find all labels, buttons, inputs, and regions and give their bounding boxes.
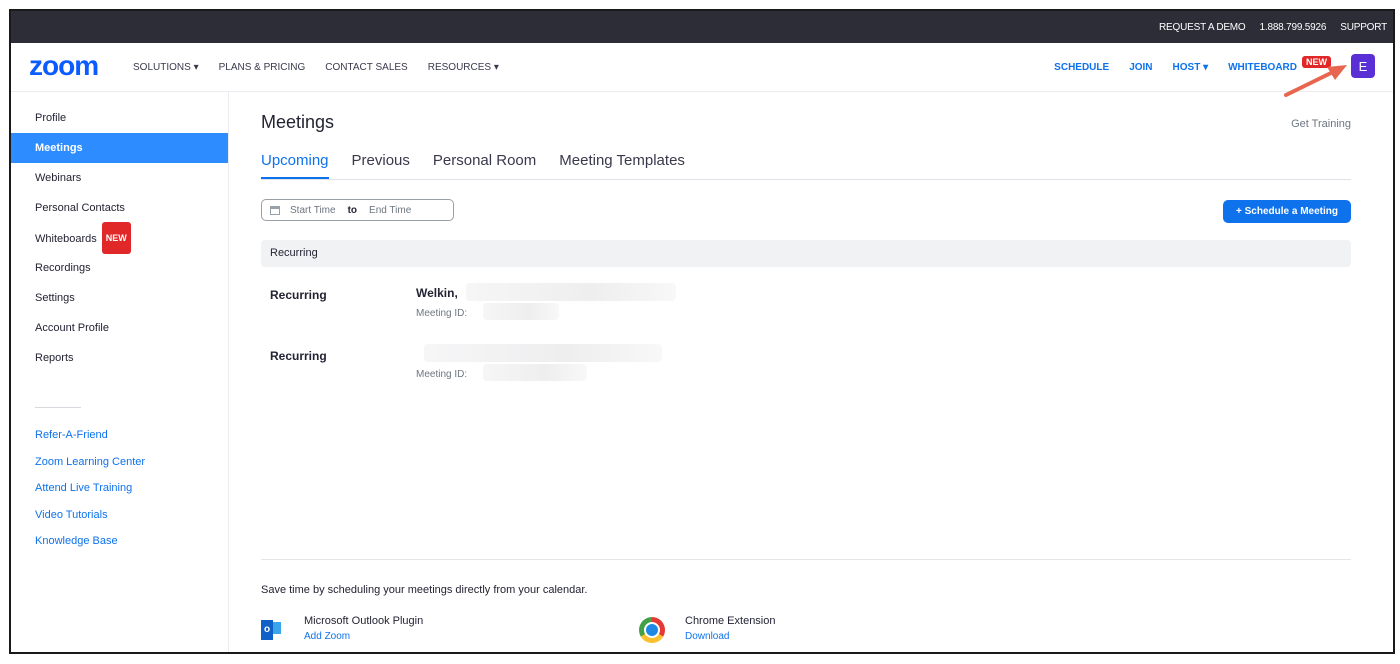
nav-schedule[interactable]: SCHEDULE (1054, 62, 1109, 73)
date-range-separator: to (347, 204, 358, 216)
top-utility-bar: REQUEST A DEMO 1.888.799.5926 SUPPORT (11, 11, 1393, 43)
redacted-text (483, 303, 559, 320)
request-demo-link[interactable]: REQUEST A DEMO (1159, 22, 1246, 33)
phone-number[interactable]: 1.888.799.5926 (1260, 22, 1327, 33)
redacted-text (424, 344, 662, 362)
sidebar: Profile Meetings Webinars Personal Conta… (11, 92, 229, 652)
support-link[interactable]: SUPPORT (1340, 22, 1387, 33)
sidebar-item-profile[interactable]: Profile (11, 103, 228, 133)
section-divider (261, 559, 1351, 560)
add-zoom-link[interactable]: Add Zoom (304, 631, 423, 642)
new-badge: NEW (101, 222, 131, 254)
meeting-id: Meeting ID: (416, 308, 468, 319)
get-training-link[interactable]: Get Training (1291, 118, 1351, 130)
sidebar-item-account-profile[interactable]: Account Profile (11, 313, 228, 343)
meeting-title[interactable]: Welkin, (416, 286, 458, 300)
zoom-logo[interactable]: zoom (29, 52, 99, 80)
avatar[interactable]: E (1351, 54, 1375, 78)
chrome-icon (639, 617, 665, 643)
browser-frame: REQUEST A DEMO 1.888.799.5926 SUPPORT zo… (9, 9, 1395, 654)
tab-upcoming[interactable]: Upcoming (261, 152, 329, 179)
start-time-input[interactable]: Start Time (290, 205, 336, 216)
redacted-text (483, 364, 587, 381)
meeting-tabs: Upcoming Previous Personal Room Meeting … (261, 152, 1351, 180)
meeting-type: Recurring (270, 349, 327, 363)
meeting-type: Recurring (270, 288, 327, 302)
sidebar-item-reports[interactable]: Reports (11, 343, 228, 373)
sidebar-item-recordings[interactable]: Recordings (11, 253, 228, 283)
tab-personal-room[interactable]: Personal Room (433, 152, 536, 179)
sidebar-link-refer-a-friend[interactable]: Refer-A-Friend (11, 422, 228, 449)
outlook-plugin: o Microsoft Outlook Plugin Add Zoom (261, 615, 423, 642)
chrome-extension: Chrome Extension Download (639, 615, 776, 643)
calendar-promo-text: Save time by scheduling your meetings di… (261, 584, 588, 596)
download-link[interactable]: Download (685, 631, 776, 642)
sidebar-item-whiteboards[interactable]: Whiteboards NEW (11, 222, 228, 254)
meeting-id: Meeting ID: (416, 369, 468, 380)
sidebar-link-knowledge-base[interactable]: Knowledge Base (11, 528, 228, 555)
section-header: Recurring (261, 240, 1351, 267)
nav-resources[interactable]: RESOURCES ▾ (428, 62, 499, 73)
nav-host[interactable]: HOST ▾ (1173, 62, 1209, 73)
nav-contact-sales[interactable]: CONTACT SALES (325, 62, 407, 73)
outlook-icon: o (261, 618, 281, 640)
sidebar-item-webinars[interactable]: Webinars (11, 163, 228, 193)
plugin-name: Chrome Extension (685, 615, 776, 627)
plugin-name: Microsoft Outlook Plugin (304, 615, 424, 627)
end-time-input[interactable]: End Time (369, 205, 411, 216)
nav-plans-pricing[interactable]: PLANS & PRICING (219, 62, 306, 73)
tab-meeting-templates[interactable]: Meeting Templates (559, 152, 685, 179)
main-nav: zoom SOLUTIONS ▾ PLANS & PRICING CONTACT… (11, 43, 1393, 92)
sidebar-item-personal-contacts[interactable]: Personal Contacts (11, 193, 228, 223)
sidebar-item-meetings[interactable]: Meetings (11, 133, 228, 163)
sidebar-item-label: Whiteboards (35, 233, 97, 245)
redacted-text (466, 283, 676, 301)
page-title: Meetings (261, 112, 335, 132)
nav-join[interactable]: JOIN (1129, 62, 1152, 73)
tab-previous[interactable]: Previous (352, 152, 410, 179)
calendar-icon (270, 205, 280, 215)
schedule-meeting-button[interactable]: + Schedule a Meeting (1223, 200, 1351, 223)
annotation-arrow-icon (1284, 65, 1347, 97)
nav-solutions[interactable]: SOLUTIONS ▾ (133, 62, 199, 73)
sidebar-link-learning-center[interactable]: Zoom Learning Center (11, 449, 228, 476)
sidebar-link-video-tutorials[interactable]: Video Tutorials (11, 502, 228, 529)
sidebar-link-live-training[interactable]: Attend Live Training (11, 475, 228, 502)
sidebar-item-settings[interactable]: Settings (11, 283, 228, 313)
date-range-picker[interactable]: Start Time to End Time (261, 199, 454, 221)
sidebar-divider (35, 407, 81, 408)
